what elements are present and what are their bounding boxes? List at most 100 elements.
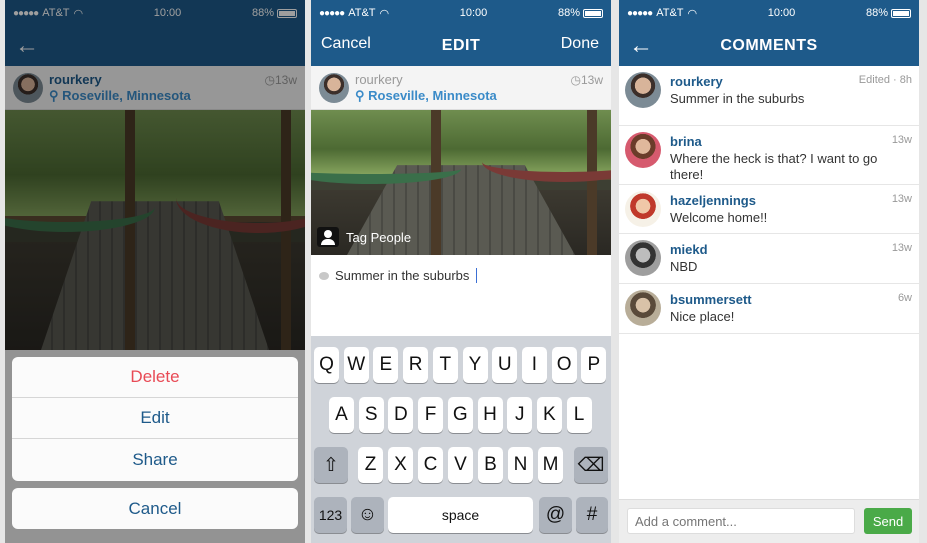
comment-username[interactable]: bsummersett bbox=[670, 292, 752, 307]
comment-text: Welcome home!! bbox=[670, 210, 768, 225]
comment-text: Where the heck is that? I want to go the… bbox=[670, 151, 878, 182]
key-j[interactable]: J bbox=[507, 397, 533, 433]
avatar[interactable] bbox=[625, 72, 661, 108]
battery-text: 88% bbox=[557, 7, 580, 19]
cancel-edit-button[interactable]: Cancel bbox=[321, 35, 371, 53]
caption-text: Summer in the suburbs bbox=[335, 268, 470, 283]
key-x[interactable]: X bbox=[388, 447, 413, 483]
numbers-key[interactable]: 123 bbox=[314, 497, 347, 533]
carrier: AT&T bbox=[656, 7, 684, 19]
comment-composer: Send bbox=[619, 499, 919, 543]
carrier: AT&T bbox=[348, 7, 376, 19]
comment-item: hazeljennings Welcome home!! 13w bbox=[619, 185, 919, 234]
avatar[interactable] bbox=[625, 290, 661, 326]
key-v[interactable]: V bbox=[448, 447, 473, 483]
key-h[interactable]: H bbox=[477, 397, 503, 433]
emoji-key[interactable]: ☺ bbox=[351, 497, 384, 533]
key-p[interactable]: P bbox=[581, 347, 607, 383]
avatar[interactable] bbox=[625, 191, 661, 227]
battery-text: 88% bbox=[865, 7, 888, 19]
at-key[interactable]: @ bbox=[539, 497, 572, 533]
key-z[interactable]: Z bbox=[358, 447, 383, 483]
key-m[interactable]: M bbox=[538, 447, 563, 483]
edit-button[interactable]: Edit bbox=[12, 398, 298, 439]
tag-people-button[interactable]: Tag People bbox=[317, 227, 411, 247]
location-text: Roseville, Minnesota bbox=[368, 88, 497, 103]
key-b[interactable]: B bbox=[478, 447, 503, 483]
key-g[interactable]: G bbox=[447, 397, 473, 433]
done-button[interactable]: Done bbox=[561, 35, 599, 53]
battery-icon bbox=[582, 8, 603, 18]
shift-key[interactable]: ⇧ bbox=[314, 447, 348, 483]
key-d[interactable]: D bbox=[388, 397, 414, 433]
location-link[interactable]: ⚲ Roseville, Minnesota bbox=[355, 88, 497, 104]
key-y[interactable]: Y bbox=[462, 347, 488, 383]
clock-icon: ◷ bbox=[570, 73, 581, 87]
delete-button[interactable]: Delete bbox=[12, 357, 298, 398]
key-u[interactable]: U bbox=[492, 347, 518, 383]
comment-username[interactable]: hazeljennings bbox=[670, 193, 756, 208]
tag-people-label: Tag People bbox=[346, 229, 412, 245]
post-username: rourkery bbox=[355, 72, 403, 87]
action-sheet-screen: ●●●●● AT&T ◠ 10:00 88% ← rourkery ⚲ Rosevi… bbox=[5, 0, 305, 543]
key-l[interactable]: L bbox=[566, 397, 592, 433]
space-key[interactable]: space bbox=[388, 497, 533, 533]
comment-item: bsummersett Nice place! 6w bbox=[619, 284, 919, 334]
key-s[interactable]: S bbox=[358, 397, 384, 433]
action-sheet: Delete Edit Share bbox=[12, 357, 298, 481]
post-header: rourkery ⚲ Roseville, Minnesota ◷13w bbox=[311, 66, 611, 110]
key-q[interactable]: Q bbox=[314, 347, 339, 383]
signal-icon: ●●●●● bbox=[319, 7, 345, 19]
key-w[interactable]: W bbox=[343, 347, 369, 383]
hash-key[interactable]: # bbox=[576, 497, 608, 533]
wifi-icon: ◠ bbox=[687, 7, 698, 20]
cancel-sheet: Cancel bbox=[12, 488, 298, 529]
key-t[interactable]: T bbox=[432, 347, 458, 383]
battery-icon bbox=[890, 8, 911, 18]
key-n[interactable]: N bbox=[508, 447, 533, 483]
signal-icon: ●●●●● bbox=[627, 7, 653, 19]
nav-bar: ●●●●● AT&T ◠ 10:00 88% ← COMMENTS bbox=[619, 0, 919, 66]
comment-time: 13w bbox=[891, 193, 912, 205]
avatar bbox=[319, 73, 349, 103]
comments-screen: ●●●●● AT&T ◠ 10:00 88% ← COMMENTS rourkery… bbox=[619, 0, 919, 543]
page-title: COMMENTS bbox=[720, 37, 818, 54]
backspace-key[interactable]: ⌫ bbox=[574, 447, 608, 483]
key-k[interactable]: K bbox=[536, 397, 562, 433]
status-bar: ●●●●● AT&T ◠ 10:00 88% bbox=[311, 0, 611, 26]
caption-field[interactable]: Summer in the suburbs bbox=[319, 268, 478, 283]
key-o[interactable]: O bbox=[551, 347, 577, 383]
avatar[interactable] bbox=[625, 240, 661, 276]
key-e[interactable]: E bbox=[373, 347, 399, 383]
key-c[interactable]: C bbox=[418, 447, 443, 483]
post-time-text: 13w bbox=[580, 73, 603, 87]
comment-username[interactable]: brina bbox=[670, 134, 702, 149]
cancel-button[interactable]: Cancel bbox=[12, 488, 298, 529]
post-time: ◷13w bbox=[571, 73, 604, 87]
key-r[interactable]: R bbox=[403, 347, 429, 383]
post-photo[interactable]: Tag People bbox=[311, 110, 611, 255]
comment-text: NBD bbox=[670, 259, 698, 274]
comment-bubble-icon bbox=[319, 271, 329, 280]
comment-text: Summer in the suburbs bbox=[670, 91, 805, 106]
nav-bar: ●●●●● AT&T ◠ 10:00 88% Cancel EDIT Done bbox=[311, 0, 611, 66]
comment-input[interactable] bbox=[627, 508, 855, 534]
edit-screen: ●●●●● AT&T ◠ 10:00 88% Cancel EDIT Done ro… bbox=[311, 0, 611, 543]
avatar[interactable] bbox=[625, 132, 661, 168]
comment-time: 6w bbox=[897, 292, 912, 304]
back-arrow-icon[interactable]: ← bbox=[629, 34, 653, 58]
clock: 10:00 bbox=[767, 7, 796, 19]
key-a[interactable]: A bbox=[329, 397, 354, 433]
person-icon bbox=[317, 227, 339, 247]
key-i[interactable]: I bbox=[521, 347, 547, 383]
comment-time: 13w bbox=[891, 242, 912, 254]
clock: 10:00 bbox=[459, 7, 488, 19]
page-title: EDIT bbox=[441, 37, 481, 54]
key-f[interactable]: F bbox=[418, 397, 444, 433]
comment-username[interactable]: miekd bbox=[670, 242, 708, 257]
status-bar: ●●●●● AT&T ◠ 10:00 88% bbox=[619, 0, 919, 26]
comment-username[interactable]: rourkery bbox=[670, 74, 723, 89]
share-button[interactable]: Share bbox=[12, 439, 298, 480]
location-pin-icon: ⚲ bbox=[355, 88, 365, 103]
send-button[interactable]: Send bbox=[864, 508, 912, 534]
